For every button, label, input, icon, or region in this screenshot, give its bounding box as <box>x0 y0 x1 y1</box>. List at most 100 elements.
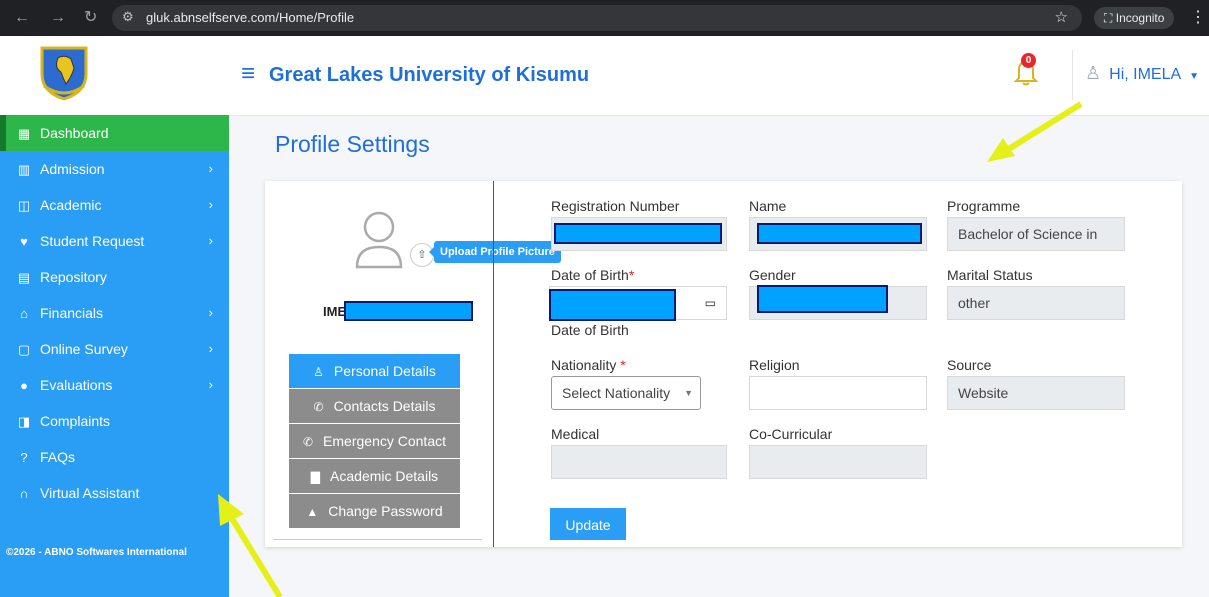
tab-personal-details[interactable]: ♙ Personal Details <box>289 354 460 389</box>
copyright-text: ©2026 - ABNO Softwares International <box>6 547 187 558</box>
programme-field[interactable]: Bachelor of Science in <box>947 217 1125 251</box>
required-mark: * <box>620 357 626 373</box>
file-icon: ▇ <box>310 470 321 484</box>
sidebar-item-student-request[interactable]: ♥ Student Request › <box>0 223 229 259</box>
required-mark: * <box>628 267 635 283</box>
header-divider <box>1072 50 1073 100</box>
logo-area <box>0 36 230 115</box>
religion-field[interactable] <box>749 376 927 410</box>
redacted-name <box>757 223 922 244</box>
sidebar-item-financials[interactable]: ⌂ Financials › <box>0 295 229 331</box>
question-circle-icon: ● <box>20 378 28 393</box>
sidebar-item-label: Financials <box>40 305 104 321</box>
tab-label: Academic Details <box>330 468 439 484</box>
marital-status-field[interactable]: other <box>947 286 1125 320</box>
nationality-label: Nationality * <box>551 357 626 373</box>
address-bar[interactable]: ⚙ gluk.abnselfserve.com/Home/Profile ☆ <box>112 5 1082 31</box>
tab-label: Emergency Contact <box>323 433 446 449</box>
update-button[interactable]: Update <box>550 508 626 540</box>
tab-academic-details[interactable]: ▇ Academic Details <box>289 459 460 494</box>
sidebar-item-online-survey[interactable]: ▢ Online Survey › <box>0 331 229 367</box>
lock-icon: ▲ <box>306 505 319 519</box>
annotation-arrow-user-menu <box>987 101 1083 162</box>
sidebar-item-evaluations[interactable]: ● Evaluations › <box>0 367 229 403</box>
annotation-arrow-virtual-assistant <box>218 494 283 597</box>
medical-label: Medical <box>551 426 600 442</box>
medical-field[interactable] <box>551 445 727 479</box>
sidebar-item-dashboard[interactable]: ▦ Dashboard <box>0 115 229 151</box>
university-logo[interactable] <box>34 42 94 102</box>
religion-label: Religion <box>749 357 800 373</box>
programme-label: Programme <box>947 198 1021 214</box>
reload-icon[interactable]: ↻ <box>84 0 97 36</box>
column-divider <box>493 181 494 547</box>
calendar-icon[interactable]: ▭ <box>705 287 716 319</box>
sidebar-item-label: Admission <box>40 161 105 177</box>
sidebar-item-label: Repository <box>40 269 107 285</box>
sidebar-item-virtual-assistant[interactable]: ∩ Virtual Assistant <box>0 475 229 511</box>
sidebar-item-label: Virtual Assistant <box>40 485 140 501</box>
sidebar-item-label: Academic <box>40 197 102 213</box>
redacted-registration-number <box>554 223 722 244</box>
admission-icon: ▥ <box>17 162 31 177</box>
cocurricular-label: Co-Curricular <box>749 426 833 442</box>
gender-label: Gender <box>749 267 796 283</box>
upload-tooltip: Upload Profile Picture <box>429 241 561 263</box>
forward-icon[interactable]: → <box>50 0 66 36</box>
tab-emergency-contact[interactable]: ✆ Emergency Contact <box>289 424 460 459</box>
user-menu[interactable]: ♙ Hi, IMELA ▼ <box>1085 63 1199 84</box>
hamburger-menu-icon[interactable]: ≡ <box>241 62 255 86</box>
cocurricular-field[interactable] <box>749 445 927 479</box>
profile-card: ⇧ Upload Profile Picture IMELA ♙Personal… <box>265 181 1182 547</box>
bookmark-star-icon[interactable]: ☆ <box>1055 8 1068 26</box>
headset-icon: ∩ <box>19 486 29 501</box>
tabs-divider <box>273 539 482 540</box>
tab-label: Contacts Details <box>333 398 436 414</box>
sidebar-item-faqs[interactable]: ? FAQs <box>0 439 229 475</box>
profile-tabs: ♙ Personal Details ✆ Contacts Details ✆ Emerg… <box>289 354 460 529</box>
back-icon[interactable]: ← <box>14 0 30 36</box>
book-icon: ◫ <box>17 198 31 213</box>
dob-helper-text: Date of Birth <box>551 322 629 338</box>
sidebar: ▦ Dashboard ▥ Admission › ◫ Academic › ♥ Student … <box>0 115 229 597</box>
chevron-right-icon: › <box>208 197 213 212</box>
notification-count-badge: 0 <box>1021 53 1036 68</box>
sidebar-item-academic[interactable]: ◫ Academic › <box>0 187 229 223</box>
site-settings-icon[interactable]: ⚙ <box>122 9 134 25</box>
dashboard-icon: ▦ <box>17 126 31 141</box>
sidebar-item-admission[interactable]: ▥ Admission › <box>0 151 229 187</box>
select-caret-icon: ▼ <box>684 388 693 398</box>
tab-change-password[interactable]: ▲ Change Password <box>289 494 460 529</box>
phone-icon: ✆ <box>313 400 324 414</box>
nationality-select-value: Select Nationality <box>562 385 671 401</box>
registration-number-label: Registration Number <box>551 198 680 214</box>
sidebar-item-label: Evaluations <box>40 377 113 393</box>
person-icon: ♙ <box>313 365 324 379</box>
sidebar-item-label: Dashboard <box>40 125 109 141</box>
nationality-label-text: Nationality <box>551 357 617 373</box>
profile-avatar-icon <box>355 211 403 269</box>
browser-menu-icon[interactable]: ⋮ <box>1190 0 1206 36</box>
source-label: Source <box>947 357 992 373</box>
sidebar-item-complaints[interactable]: ◨ Complaints <box>0 403 229 439</box>
tab-label: Personal Details <box>333 363 436 379</box>
incognito-badge[interactable]: ⛶ Incognito <box>1094 7 1175 29</box>
url-text: gluk.abnselfserve.com/Home/Profile <box>146 10 355 25</box>
bank-icon: ⌂ <box>20 306 28 321</box>
sidebar-menu: ▦ Dashboard ▥ Admission › ◫ Academic › ♥ Student … <box>0 115 229 511</box>
sidebar-item-repository[interactable]: ▤ Repository <box>0 259 229 295</box>
sidebar-item-label: FAQs <box>40 449 76 465</box>
marital-status-label: Marital Status <box>947 267 1033 283</box>
caret-down-icon: ▼ <box>1189 71 1200 82</box>
sidebar-item-label: Complaints <box>40 413 111 429</box>
tab-contacts-details[interactable]: ✆ Contacts Details <box>289 389 460 424</box>
redacted-surname <box>344 301 473 321</box>
heart-hand-icon: ♥ <box>20 234 28 249</box>
redacted-dob <box>549 289 676 321</box>
upload-icon: ⇧ <box>417 249 427 261</box>
chevron-right-icon: › <box>208 161 213 176</box>
source-field[interactable]: Website <box>947 376 1125 410</box>
nationality-select[interactable]: Select Nationality ▼ <box>551 376 701 410</box>
incognito-icon: ⛶ <box>1104 11 1116 25</box>
incognito-label: Incognito <box>1115 11 1165 25</box>
